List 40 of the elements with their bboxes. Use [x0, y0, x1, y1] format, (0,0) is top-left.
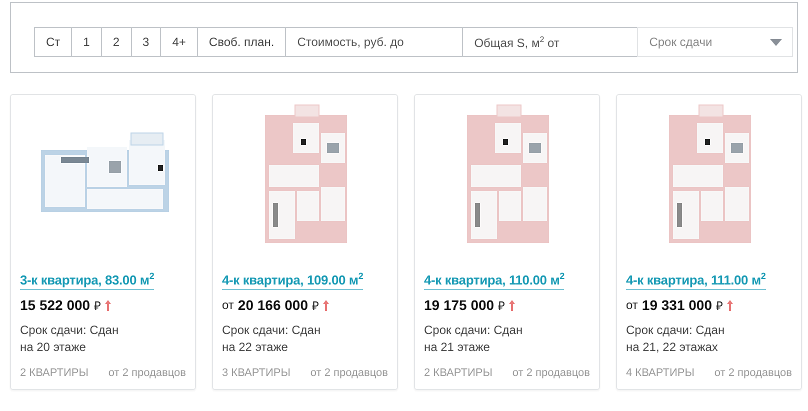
currency: ₽: [716, 298, 723, 314]
apartment-count: 2 КВАРТИРЫ: [424, 367, 492, 380]
sellers-count: от 2 продавцов: [310, 367, 388, 380]
room-filter-button[interactable]: 4+: [160, 27, 198, 57]
room-filter-button[interactable]: 1: [71, 27, 102, 57]
floor-text: на 22 этаже: [222, 339, 289, 356]
currency: ₽: [498, 298, 506, 314]
floor-text: на 21, 22 этажах: [626, 339, 719, 356]
room-filter-button[interactable]: 2: [100, 27, 132, 57]
price: 19 331 000: [642, 297, 712, 314]
area-field[interactable]: Общая S, м$^{2}$ от: [462, 27, 638, 57]
price: 20 166 000: [238, 297, 308, 314]
floor-text: на 20 этаже: [20, 339, 87, 356]
price-prefix: от: [626, 298, 638, 312]
deadline-text: Срок сдачи: Сдан: [626, 322, 726, 340]
deadline-text: Срок сдачи: Сдан: [424, 322, 524, 340]
sellers-count: от 2 продавцов: [714, 367, 792, 380]
price: 15 522 000: [20, 297, 90, 314]
up-arrow-icon: [105, 300, 112, 311]
room-filter-button[interactable]: Своб. план.: [196, 27, 286, 57]
sellers-count: от 2 продавцов: [512, 367, 590, 380]
room-filter-button[interactable]: Ст: [34, 27, 72, 57]
up-arrow-icon: [509, 300, 516, 311]
apartment-count: 3 КВАРТИРЫ: [222, 367, 290, 380]
deadline-select[interactable]: Срок сдачи: [637, 27, 794, 57]
price: 19 175 000: [424, 297, 494, 314]
floor-text: на 21 этаже: [424, 339, 491, 356]
sellers-count: от 2 продавцов: [108, 367, 186, 380]
apartment-count: 4 КВАРТИРЫ: [626, 367, 694, 380]
apartment-count: 2 КВАРТИРЫ: [20, 367, 88, 380]
price-prefix: от: [222, 298, 234, 312]
room-filter-button[interactable]: 3: [130, 27, 162, 57]
currency: ₽: [312, 298, 319, 314]
price-field[interactable]: Стоимость, руб. до: [285, 27, 464, 57]
caret-icon: [770, 38, 782, 46]
up-arrow-icon: [726, 300, 733, 311]
deadline-text: Срок сдачи: Сдан: [222, 322, 322, 340]
deadline-text: Срок сдачи: Сдан: [20, 322, 120, 340]
currency: ₽: [94, 298, 102, 314]
up-arrow-icon: [322, 300, 329, 311]
